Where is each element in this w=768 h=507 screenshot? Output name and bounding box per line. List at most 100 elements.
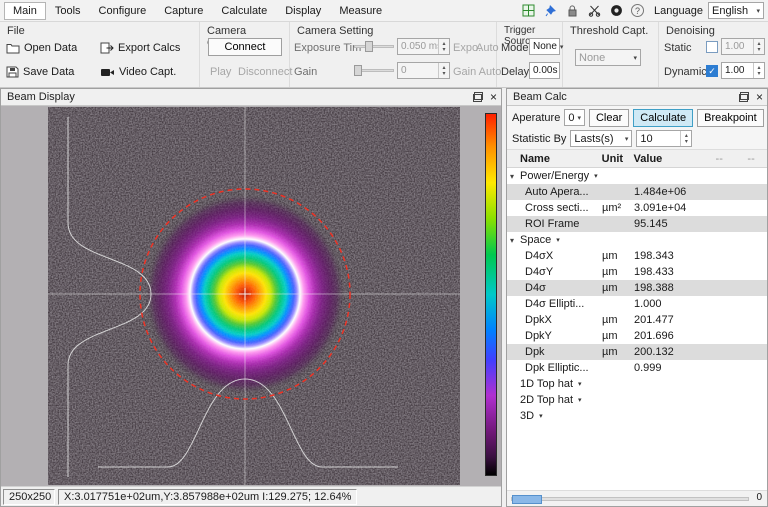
spinner-arrows-icon[interactable]: ▴▾	[438, 63, 449, 78]
language-label: Language	[654, 5, 703, 17]
table-row[interactable]: Auto Apera... 1.484e+06	[507, 184, 767, 200]
gain-slider-handle[interactable]	[354, 65, 362, 76]
beam-calc-footer: 0	[507, 490, 767, 506]
spinner-arrows-icon[interactable]: ▴▾	[438, 39, 449, 54]
exposure-slider[interactable]	[354, 40, 394, 53]
beam-image[interactable]	[48, 107, 460, 485]
chevron-down-icon: ▾	[756, 7, 760, 15]
open-data-button[interactable]: Open Data	[6, 39, 77, 57]
table-row[interactable]: DpkY µm 201.696	[507, 328, 767, 344]
camera-setting-label: Camera Setting	[297, 25, 373, 37]
lock-icon[interactable]	[565, 3, 580, 18]
menu-calculate[interactable]: Calculate	[212, 2, 276, 20]
menu-measure[interactable]: Measure	[330, 2, 391, 20]
group-dropdown-icon[interactable]: ▾	[578, 380, 582, 388]
spinner-arrows-icon[interactable]: ▴▾	[680, 131, 691, 146]
connect-button[interactable]: Connect	[208, 38, 282, 56]
menu-configure[interactable]: Configure	[90, 2, 156, 20]
trigger-delay-label: Delay	[501, 66, 529, 78]
group-dropdown-icon[interactable]: ▾	[578, 396, 582, 404]
table-group-3d[interactable]: 3D ▾	[507, 408, 767, 424]
table-group-power-energy[interactable]: ▾ Power/Energy ▾	[507, 168, 767, 184]
menu-capture[interactable]: Capture	[155, 2, 212, 20]
breakpoint-button[interactable]: Breakpoint	[697, 109, 764, 127]
file-group: File Open Data Export Calcs Save Data Vi…	[0, 22, 200, 87]
gain-auto-button[interactable]: Gain Auto	[453, 66, 501, 78]
menu-tools[interactable]: Tools	[46, 2, 90, 20]
close-icon[interactable]: ×	[490, 92, 497, 102]
dynamic-checkbox[interactable]: ✓	[706, 65, 718, 77]
chevron-down-icon: ▾	[625, 135, 629, 143]
chevron-down-icon: ▾	[577, 114, 581, 122]
denoising-label: Denoising	[666, 25, 715, 37]
static-spin[interactable]: 1.00 ▴▾	[721, 38, 765, 55]
calc-scrollbar-handle[interactable]	[512, 495, 542, 504]
table-group-space[interactable]: ▾ Space ▾	[507, 232, 767, 248]
chevron-down-icon[interactable]: ▾	[507, 236, 520, 245]
chevron-down-icon[interactable]: ▾	[507, 172, 520, 181]
beam-display-title: Beam Display	[7, 91, 473, 103]
group-dropdown-icon[interactable]: ▾	[539, 412, 543, 420]
group-dropdown-icon[interactable]: ▾	[556, 236, 560, 244]
scissors-icon[interactable]	[587, 3, 602, 18]
close-icon[interactable]: ×	[756, 92, 763, 102]
beam-calc-controls: Aperature 0 ▾ Clear Calculate Breakpoint…	[507, 106, 767, 150]
trigger-mode-select[interactable]: None ▾	[529, 38, 560, 55]
video-capture-button[interactable]: Video Capt.	[100, 63, 176, 81]
save-icon	[6, 66, 19, 78]
static-checkbox[interactable]	[706, 41, 718, 53]
gain-slider[interactable]	[354, 64, 394, 77]
denoising-group: Denoising Static 1.00 ▴▾ Dynamic ✓ 1.00 …	[659, 22, 768, 87]
clear-button[interactable]: Clear	[589, 109, 629, 127]
calculate-button[interactable]: Calculate	[633, 109, 693, 127]
float-window-icon[interactable]	[739, 92, 749, 102]
aperature-label: Aperature	[512, 112, 560, 124]
gain-spin[interactable]: 0 ▴▾	[397, 62, 450, 79]
language-select[interactable]: English ▾	[708, 2, 764, 19]
table-row[interactable]: D4σY µm 198.433	[507, 264, 767, 280]
folder-open-icon	[6, 42, 20, 54]
auto-exposure-button[interactable]: Auto	[476, 42, 499, 54]
pin-icon[interactable]	[543, 3, 558, 18]
table-row[interactable]: Cross secti... µm² 3.091e+04	[507, 200, 767, 216]
play-button[interactable]: Play	[210, 66, 231, 78]
table-group-1d-top-hat[interactable]: 1D Top hat ▾	[507, 376, 767, 392]
exposure-slider-handle[interactable]	[365, 41, 373, 52]
threshold-select[interactable]: None ▾	[575, 49, 641, 66]
help-icon[interactable]: ?	[631, 4, 644, 17]
layout-grid-icon[interactable]	[521, 3, 536, 18]
beam-calc-title: Beam Calc	[513, 91, 739, 103]
statistic-count-spin[interactable]: 10 ▴▾	[636, 130, 692, 147]
beam-calc-titlebar: Beam Calc ×	[507, 89, 767, 106]
table-row[interactable]: D4σ Ellipti... 1.000	[507, 296, 767, 312]
statistic-by-label: Statistic By	[512, 133, 566, 145]
spinner-arrows-icon[interactable]: ▴▾	[753, 39, 764, 54]
table-row[interactable]: ROI Frame 95.145	[507, 216, 767, 232]
float-window-icon[interactable]	[473, 92, 483, 102]
menu-main[interactable]: Main	[4, 2, 46, 20]
intensity-colorbar	[485, 113, 497, 476]
beam-display-content	[1, 106, 501, 486]
table-row[interactable]: Dpk Elliptic... 0.999	[507, 360, 767, 376]
exposure-spin[interactable]: 0.050 ms ▴▾	[397, 38, 450, 55]
aperature-select[interactable]: 0 ▾	[564, 109, 585, 126]
save-data-button[interactable]: Save Data	[6, 63, 74, 81]
gain-label: Gain	[294, 66, 317, 78]
disconnect-button[interactable]: Disconnect	[238, 66, 292, 78]
statistic-by-select[interactable]: Lasts(s) ▾	[570, 130, 632, 147]
table-group-2d-top-hat[interactable]: 2D Top hat ▾	[507, 392, 767, 408]
table-row[interactable]: DpkX µm 201.477	[507, 312, 767, 328]
export-icon	[100, 42, 114, 54]
table-row[interactable]: D4σX µm 198.343	[507, 248, 767, 264]
dynamic-spin[interactable]: 1.00 ▴▾	[721, 62, 765, 79]
table-row[interactable]: D4σ µm 198.388	[507, 280, 767, 296]
toolbar: File Open Data Export Calcs Save Data Vi…	[0, 22, 768, 88]
calc-scrollbar[interactable]	[511, 497, 749, 501]
table-row[interactable]: Dpk µm 200.132	[507, 344, 767, 360]
group-dropdown-icon[interactable]: ▾	[594, 172, 598, 180]
spinner-arrows-icon[interactable]: ▴▾	[753, 63, 764, 78]
menu-display[interactable]: Display	[276, 2, 330, 20]
trigger-delay-spin[interactable]: 0.00s	[529, 62, 560, 79]
export-calcs-button[interactable]: Export Calcs	[100, 39, 180, 57]
record-icon[interactable]	[609, 3, 624, 18]
